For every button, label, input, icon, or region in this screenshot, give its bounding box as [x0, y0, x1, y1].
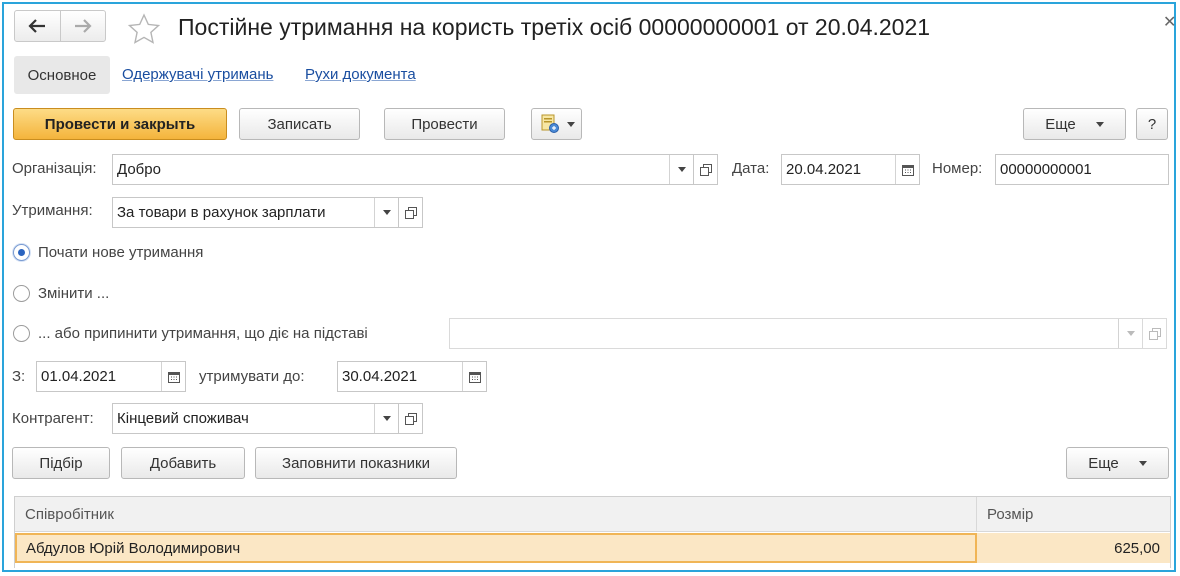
chevron-down-icon: [382, 416, 391, 421]
counterparty-field[interactable]: Кінцевий споживач: [112, 403, 399, 434]
radio-new-deduction[interactable]: [13, 244, 30, 261]
radio-change-label: Змінити ...: [38, 285, 110, 302]
calendar-button[interactable]: [161, 362, 185, 391]
counterparty-value: Кінцевий споживач: [117, 410, 249, 427]
table-header: Співробітник Розмір: [15, 497, 1170, 532]
table-row[interactable]: Абдулов Юрій Володимирович 625,00: [15, 533, 1170, 563]
radio-stop-deduction[interactable]: [13, 325, 30, 342]
calendar-button[interactable]: [895, 155, 919, 184]
from-label: З:: [12, 368, 26, 385]
tab-document-movements[interactable]: Рухи документа: [305, 66, 416, 83]
more-label: Еще: [1045, 115, 1076, 133]
counterparty-open-button[interactable]: [399, 403, 423, 434]
forward-button[interactable]: [59, 11, 105, 41]
post-and-close-button[interactable]: Провести и закрыть: [13, 108, 227, 140]
organization-field[interactable]: Добро: [112, 154, 694, 185]
date-label: Дата:: [732, 160, 770, 177]
pick-button[interactable]: Підбір: [12, 447, 110, 479]
chevron-down-icon: [1138, 460, 1147, 466]
add-button[interactable]: Добавить: [121, 447, 245, 479]
stop-basis-open-button[interactable]: [1143, 318, 1167, 349]
table-more-label: Еще: [1088, 454, 1119, 472]
number-field[interactable]: 00000000001: [995, 154, 1169, 185]
chevron-down-icon: [677, 167, 686, 172]
date-value: 20.04.2021: [786, 161, 862, 178]
page-title: Постійне утримання на користь третіх осі…: [178, 14, 931, 40]
print-menu-button[interactable]: [531, 108, 582, 140]
deduction-dropdown[interactable]: [374, 198, 398, 227]
open-window-icon: [1148, 327, 1161, 340]
open-window-icon: [404, 206, 417, 219]
save-button[interactable]: Записать: [239, 108, 360, 140]
radio-new-label: Почати нове утримання: [38, 244, 204, 261]
stop-basis-dropdown[interactable]: [1118, 319, 1142, 348]
number-value: 00000000001: [1000, 161, 1092, 178]
deduction-value: За товари в рахунок зарплати: [117, 204, 326, 221]
post-button[interactable]: Провести: [384, 108, 505, 140]
close-icon[interactable]: ✕: [1163, 12, 1176, 32]
arrow-left-icon: [28, 19, 46, 33]
tab-recipients[interactable]: Одержувачі утримань: [122, 66, 273, 83]
chevron-down-icon: [1095, 121, 1104, 127]
until-date-field[interactable]: 30.04.2021: [337, 361, 487, 392]
chevron-down-icon: [566, 121, 575, 127]
from-date-field[interactable]: 01.04.2021: [36, 361, 186, 392]
back-button[interactable]: [15, 11, 60, 41]
stop-basis-field[interactable]: [449, 318, 1143, 349]
cell-employee[interactable]: Абдулов Юрій Володимирович: [15, 533, 977, 563]
column-employee[interactable]: Співробітник: [15, 497, 977, 532]
deduction-open-button[interactable]: [399, 197, 423, 228]
calendar-button[interactable]: [462, 362, 486, 391]
table-more-button[interactable]: Еще: [1066, 447, 1169, 479]
deduction-field[interactable]: За товари в рахунок зарплати: [112, 197, 399, 228]
chevron-down-icon: [1126, 331, 1135, 336]
calendar-icon: [901, 164, 914, 176]
arrow-right-icon: [74, 19, 92, 33]
chevron-down-icon: [382, 210, 391, 215]
organization-label: Організація:: [12, 160, 97, 177]
organization-value: Добро: [117, 161, 161, 178]
deduction-label: Утримання:: [12, 202, 93, 219]
radio-stop-label: ... або припинити утримання, що діє на п…: [38, 325, 368, 342]
cell-amount[interactable]: 625,00: [977, 533, 1170, 563]
employees-table: Співробітник Розмір Абдулов Юрій Володим…: [14, 496, 1171, 568]
number-label: Номер:: [932, 160, 983, 177]
calendar-icon: [167, 371, 180, 383]
tab-main[interactable]: Основное: [14, 56, 110, 94]
date-field[interactable]: 20.04.2021: [781, 154, 920, 185]
until-date-value: 30.04.2021: [342, 368, 418, 385]
organization-open-button[interactable]: [694, 154, 718, 185]
navigation-buttons: [14, 10, 106, 42]
radio-change-deduction[interactable]: [13, 285, 30, 302]
document-print-icon: [541, 114, 559, 133]
counterparty-dropdown[interactable]: [374, 404, 398, 433]
from-date-value: 01.04.2021: [41, 368, 117, 385]
fill-indicators-button[interactable]: Заповнити показники: [255, 447, 457, 479]
calendar-icon: [468, 371, 481, 383]
more-actions-button[interactable]: Еще: [1023, 108, 1126, 140]
help-button[interactable]: ?: [1136, 108, 1168, 140]
document-window: Постійне утримання на користь третіх осі…: [2, 2, 1176, 572]
until-label: утримувати до:: [199, 368, 305, 385]
favorite-star-icon[interactable]: [127, 13, 161, 45]
open-window-icon: [699, 163, 712, 176]
open-window-icon: [404, 412, 417, 425]
counterparty-label: Контрагент:: [12, 410, 94, 427]
organization-dropdown[interactable]: [669, 155, 693, 184]
column-amount[interactable]: Розмір: [977, 497, 1170, 532]
